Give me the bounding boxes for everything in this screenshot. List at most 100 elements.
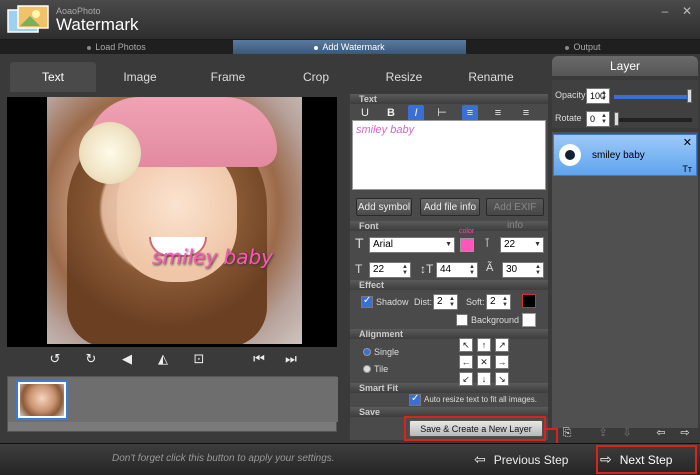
- font-size-select[interactable]: 22 ▼: [500, 237, 544, 253]
- spin-arrows-icon: ▲ ▼: [601, 90, 607, 102]
- shadow-color-swatch[interactable]: [522, 294, 536, 308]
- previous-step-button[interactable]: ⇦ Previous Step: [474, 448, 584, 470]
- arrow-right-icon: ⇨: [600, 451, 612, 467]
- align-bottom-left-button[interactable]: ↙: [459, 372, 473, 386]
- single-label: Single: [374, 347, 400, 357]
- align-center-button[interactable]: ≡: [490, 105, 506, 121]
- clear-layers-icon[interactable]: ⎘: [560, 426, 574, 440]
- move-layer-down-icon[interactable]: ⇩: [620, 426, 634, 440]
- layer-item[interactable]: smiley baby ✕ Tт: [553, 134, 697, 176]
- export-layer-icon[interactable]: ⇨: [678, 426, 692, 440]
- italic-button[interactable]: I: [408, 105, 424, 121]
- minimize-button[interactable]: –: [658, 4, 672, 18]
- add-symbol-button[interactable]: Add symbol: [356, 198, 412, 216]
- step-label: Add Watermark: [322, 42, 385, 52]
- shadow-label: Shadow: [376, 297, 409, 307]
- step-load-photos[interactable]: Load Photos: [0, 40, 233, 54]
- step-dot-icon: [87, 45, 92, 50]
- char-width-stepper[interactable]: 22 ▲ ▼: [369, 262, 411, 278]
- fit-to-window-icon[interactable]: ⊡: [191, 351, 207, 367]
- align-top-left-button[interactable]: ↖: [459, 338, 473, 352]
- previous-image-icon[interactable]: ⏮: [251, 351, 267, 367]
- step-output[interactable]: Output: [466, 40, 700, 54]
- bold-button[interactable]: B: [383, 105, 399, 121]
- tab-resize[interactable]: Resize: [360, 62, 448, 92]
- chevron-down-icon: ▼: [534, 241, 541, 248]
- opacity-label: Opacity: [555, 90, 586, 100]
- underline-button[interactable]: U: [357, 105, 373, 121]
- next-image-icon[interactable]: ⏭: [283, 351, 299, 367]
- chevron-down-icon: ▼: [445, 241, 452, 248]
- add-exif-info-button[interactable]: Add EXIF info: [486, 198, 544, 231]
- step-add-watermark[interactable]: Add Watermark: [233, 40, 466, 54]
- tile-radio[interactable]: [363, 365, 371, 373]
- tab-text[interactable]: Text: [10, 62, 96, 92]
- align-top-center-button[interactable]: ↑: [477, 338, 491, 352]
- rotate-slider-thumb[interactable]: [614, 112, 619, 126]
- align-top-right-button[interactable]: ↗: [495, 338, 509, 352]
- line-height-stepper[interactable]: 44 ▲ ▼: [436, 262, 478, 278]
- import-layer-icon[interactable]: ⇦: [654, 426, 668, 440]
- opacity-slider[interactable]: [614, 95, 692, 99]
- rotate-slider[interactable]: [614, 118, 692, 122]
- align-left-button[interactable]: ≡: [462, 105, 478, 121]
- shadow-distance-stepper[interactable]: 2 ▲ ▼: [433, 294, 458, 310]
- opacity-slider-thumb[interactable]: [687, 89, 692, 103]
- previous-step-label: Previous Step: [493, 453, 569, 467]
- opacity-stepper[interactable]: 100 ▲ ▼: [586, 88, 610, 104]
- align-right-button[interactable]: ≡: [518, 105, 534, 121]
- font-family-select[interactable]: Arial ▼: [369, 237, 455, 253]
- tab-frame[interactable]: Frame: [184, 62, 272, 92]
- shadow-softness-value: 2: [490, 296, 496, 307]
- alignment-section-label: Alignment: [359, 329, 403, 339]
- move-layer-up-icon[interactable]: ⇪: [596, 426, 610, 440]
- rotate-left-icon[interactable]: ↺: [47, 351, 63, 367]
- align-bottom-center-button[interactable]: ↓: [477, 372, 491, 386]
- layer-controls: Opacity 100 ▲ ▼ Rotate 0 ▲ ▼: [552, 80, 698, 128]
- background-checkbox[interactable]: [456, 314, 468, 326]
- auto-resize-label: Auto resize text to fit all images.: [424, 395, 537, 404]
- text-color-swatch[interactable]: [460, 238, 474, 252]
- save-create-layer-button[interactable]: Save & Create a New Layer: [409, 420, 543, 437]
- close-icon[interactable]: ✕: [683, 136, 692, 149]
- add-file-info-button[interactable]: Add file info: [420, 198, 480, 216]
- eye-icon[interactable]: [559, 144, 581, 166]
- char-width-value: 22: [373, 264, 385, 275]
- rotate-right-icon[interactable]: ↻: [83, 351, 99, 367]
- align-middle-left-button[interactable]: ←: [459, 355, 473, 369]
- shadow-checkbox[interactable]: [361, 295, 373, 308]
- single-radio[interactable]: [363, 348, 371, 356]
- rotate-stepper[interactable]: 0 ▲ ▼: [586, 111, 610, 127]
- font-size-icon: ⊺: [484, 236, 491, 250]
- color-label: color: [459, 228, 475, 235]
- align-center-button[interactable]: ✕: [477, 355, 491, 369]
- tab-rename[interactable]: Rename: [448, 62, 534, 92]
- font-family-value: Arial: [373, 239, 394, 250]
- watermark-text-input[interactable]: smiley baby: [352, 120, 546, 190]
- soft-label: Soft:: [466, 297, 485, 307]
- spin-arrows-icon: ▲ ▼: [535, 264, 541, 276]
- close-window-button[interactable]: ✕: [680, 4, 694, 18]
- step-dot-icon: [565, 45, 570, 50]
- tab-image[interactable]: Image: [96, 62, 184, 92]
- tab-crop[interactable]: Crop: [272, 62, 360, 92]
- watermark-overlay-text[interactable]: smiley baby: [152, 245, 273, 269]
- dist-label: Dist:: [414, 297, 432, 307]
- step-label: Load Photos: [95, 42, 146, 52]
- letter-spacing-stepper[interactable]: 30 ▲ ▼: [502, 262, 544, 278]
- font-icon: T: [355, 235, 364, 251]
- font-size-value: 22: [504, 239, 516, 250]
- vertical-text-button[interactable]: ⊢: [434, 105, 450, 121]
- preview-photo[interactable]: smiley baby: [47, 97, 302, 344]
- next-step-button[interactable]: ⇨ Next Step: [600, 448, 695, 470]
- auto-resize-checkbox[interactable]: [409, 393, 421, 406]
- thumbnail-item[interactable]: [16, 380, 68, 420]
- flip-horizontal-icon[interactable]: ◀: [119, 351, 135, 367]
- align-bottom-right-button[interactable]: ↘: [495, 372, 509, 386]
- shadow-softness-stepper[interactable]: 2 ▲ ▼: [486, 294, 511, 310]
- flip-vertical-icon[interactable]: ◭: [155, 351, 171, 367]
- align-middle-right-button[interactable]: →: [495, 355, 509, 369]
- text-layer-icon: Tт: [682, 164, 692, 174]
- step-label: Output: [573, 42, 601, 52]
- background-color-swatch[interactable]: [522, 313, 536, 327]
